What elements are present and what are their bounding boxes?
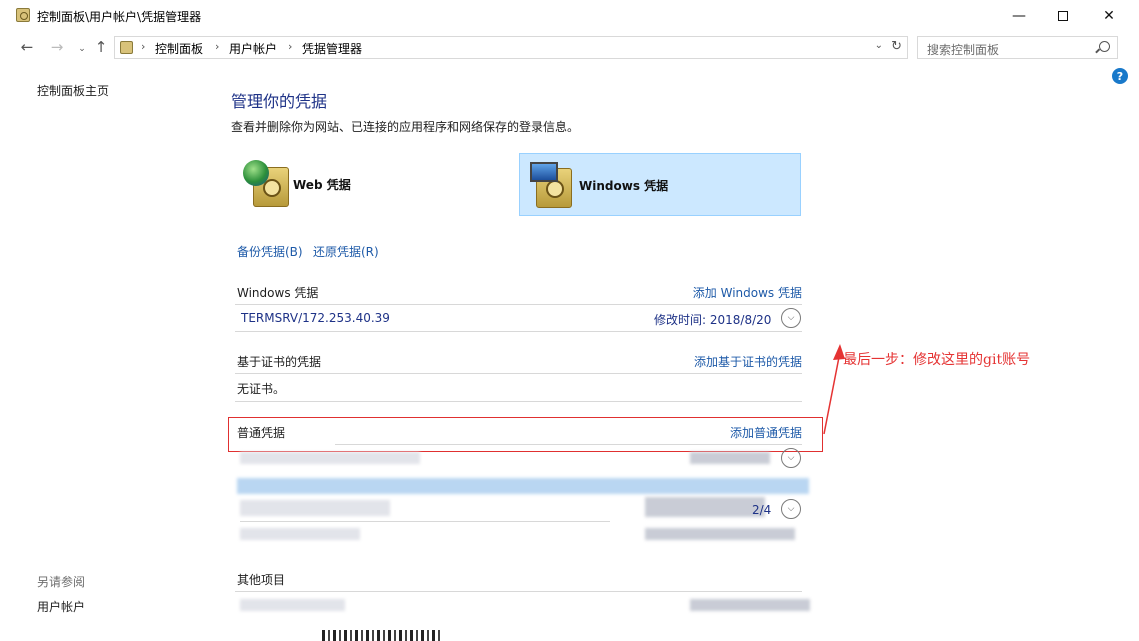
close-button[interactable]: ✕ — [1086, 0, 1132, 31]
navigation-bar: ← → ⌄ ↑ › 控制面板 › 用户帐户 › 凭据管理器 ⌄ ↻ 搜索控制面板 — [0, 31, 1139, 63]
add-windows-credential-link[interactable]: 添加 Windows 凭据 — [693, 284, 802, 301]
back-arrow-icon[interactable]: ← — [17, 37, 37, 57]
section-heading: 基于证书的凭据 — [237, 355, 322, 369]
minimize-button[interactable]: — — [996, 0, 1042, 31]
credential-item-modified: 修改时间: 2018/8/20 — [654, 313, 772, 327]
help-icon[interactable]: ? — [1112, 68, 1128, 84]
redacted-selected-credential-row[interactable] — [237, 478, 809, 494]
monitor-icon — [530, 162, 558, 182]
user-accounts-link[interactable]: 用户帐户 — [37, 598, 85, 615]
control-panel-home-link[interactable]: 控制面板主页 — [37, 82, 109, 99]
divider — [235, 304, 802, 305]
search-input[interactable]: 搜索控制面板 — [917, 36, 1118, 59]
annotation-text: 最后一步：修改这里的git账号 — [843, 352, 1031, 368]
windows-credentials-tile[interactable]: Windows 凭据 — [519, 153, 801, 216]
breadcrumb-control-panel[interactable]: 控制面板 — [155, 40, 203, 57]
redacted-credential-date — [645, 528, 795, 540]
divider — [235, 373, 802, 374]
search-placeholder: 搜索控制面板 — [927, 43, 1000, 57]
search-icon[interactable] — [1099, 41, 1110, 52]
expand-chevron-icon[interactable]: ⌵ — [781, 308, 801, 328]
web-credentials-tile[interactable]: Web 凭据 — [237, 153, 519, 216]
redacted-credential-name — [240, 452, 420, 464]
control-panel-icon — [120, 41, 133, 54]
add-certificate-credential-link[interactable]: 添加基于证书的凭据 — [694, 353, 802, 370]
breadcrumb-separator-icon[interactable]: › — [215, 40, 219, 53]
address-dropdown-icon[interactable]: ⌄ — [875, 40, 883, 51]
page-description: 查看并删除你为网站、已连接的应用程序和网络保存的登录信息。 — [231, 120, 580, 134]
redacted-credential-date — [645, 497, 765, 517]
breadcrumb-separator-icon[interactable]: › — [288, 40, 292, 53]
redacted-item-name — [240, 599, 345, 611]
windows-credentials-section-header: Windows 凭据 添加 Windows 凭据 — [237, 284, 802, 304]
redacted-credential-name — [240, 528, 360, 540]
credential-manager-icon — [16, 8, 30, 22]
redacted-credential-name — [240, 500, 390, 516]
recent-locations-chevron-icon[interactable]: ⌄ — [72, 39, 92, 59]
no-certificate-text: 无证书。 — [237, 382, 286, 396]
redacted-credential-date — [690, 452, 770, 464]
restore-credentials-link[interactable]: 还原凭据(R) — [313, 243, 379, 260]
annotation-arrow-icon — [823, 344, 845, 435]
certificate-credentials-section-header: 基于证书的凭据 添加基于证书的凭据 — [237, 353, 802, 373]
credential-item-name[interactable]: TERMSRV/172.253.40.39 — [241, 311, 390, 325]
refresh-icon[interactable]: ↻ — [891, 39, 902, 54]
expand-chevron-icon[interactable]: ⌵ — [781, 448, 801, 468]
address-bar[interactable]: › 控制面板 › 用户帐户 › 凭据管理器 ⌄ ↻ — [114, 36, 908, 59]
breadcrumb-separator-icon[interactable]: › — [141, 40, 145, 53]
section-heading: Windows 凭据 — [237, 286, 319, 300]
highlight-box — [228, 417, 823, 452]
divider — [240, 521, 610, 522]
web-credentials-label: Web 凭据 — [293, 178, 351, 192]
maximize-button[interactable] — [1040, 0, 1086, 31]
divider — [235, 591, 802, 592]
redacted-item-date — [690, 599, 810, 611]
qr-code-fragment — [322, 630, 440, 641]
see-also-label: 另请参阅 — [37, 575, 86, 589]
page-title: 管理你的凭据 — [231, 92, 328, 111]
up-arrow-icon[interactable]: ↑ — [91, 37, 111, 57]
maximize-icon — [1058, 10, 1068, 21]
section-heading: 其他项目 — [237, 573, 286, 587]
forward-arrow-icon[interactable]: → — [47, 37, 67, 57]
credential-date-fragment: 2/4 — [752, 503, 772, 517]
globe-icon — [243, 160, 269, 186]
windows-credentials-label: Windows 凭据 — [579, 179, 669, 193]
expand-chevron-icon[interactable]: ⌵ — [781, 499, 801, 519]
divider — [235, 331, 802, 332]
title-bar: 控制面板\用户帐户\凭据管理器 — ✕ — [0, 0, 1139, 31]
breadcrumb-user-accounts[interactable]: 用户帐户 — [229, 40, 277, 57]
other-items-section-header: 其他项目 — [237, 571, 802, 591]
backup-credentials-link[interactable]: 备份凭据(B) — [237, 243, 303, 260]
divider — [235, 401, 802, 402]
breadcrumb-credential-manager[interactable]: 凭据管理器 — [302, 40, 362, 57]
window-title: 控制面板\用户帐户\凭据管理器 — [37, 10, 202, 24]
